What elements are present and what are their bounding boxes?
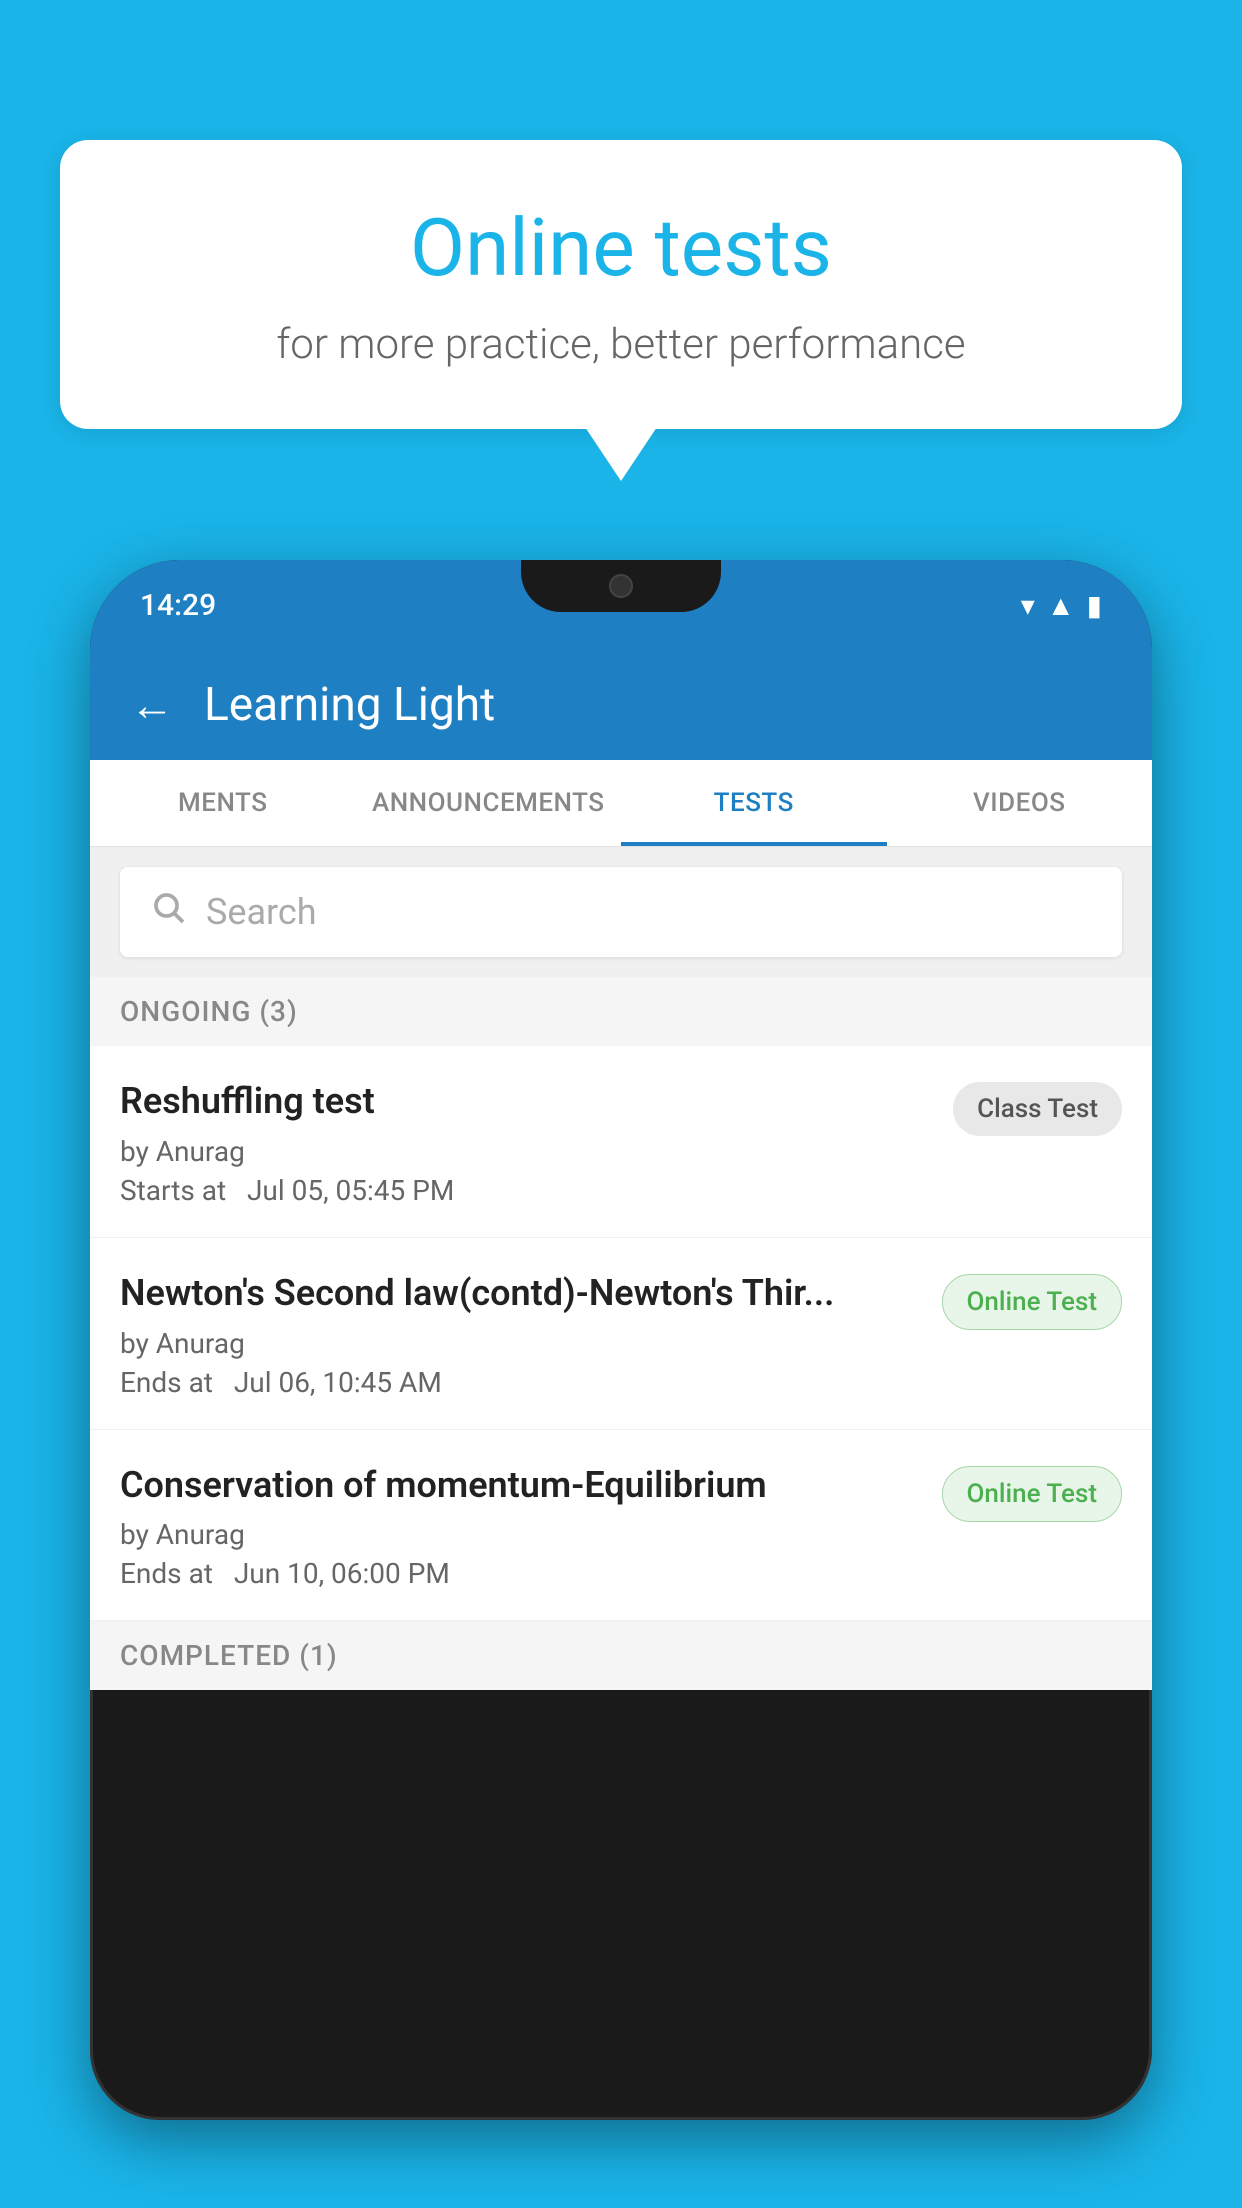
phone-inner: 14:29 ▾ ▲ ▮ ← Learning Light MENTS — [90, 560, 1152, 2120]
search-placeholder: Search — [206, 891, 317, 933]
test-item-1[interactable]: Reshuffling test by Anurag Starts at Jul… — [90, 1046, 1152, 1238]
phone-container: 14:29 ▾ ▲ ▮ ← Learning Light MENTS — [90, 560, 1152, 2208]
completed-section-header: COMPLETED (1) — [90, 1621, 1152, 1690]
test-time-2: Ends at Jul 06, 10:45 AM — [120, 1366, 922, 1399]
search-bar[interactable]: Search — [120, 867, 1122, 957]
speech-bubble: Online tests for more practice, better p… — [60, 140, 1182, 429]
status-time: 14:29 — [140, 588, 216, 623]
camera — [609, 574, 633, 598]
phone-frame: 14:29 ▾ ▲ ▮ ← Learning Light MENTS — [90, 560, 1152, 2120]
signal-icon: ▲ — [1047, 589, 1075, 622]
test-name-3: Conservation of momentum-Equilibrium — [120, 1462, 922, 1509]
tab-videos[interactable]: VIDEOS — [887, 760, 1153, 846]
battery-icon: ▮ — [1087, 589, 1102, 622]
test-badge-2: Online Test — [942, 1274, 1123, 1330]
test-author-1: by Anurag — [120, 1135, 933, 1168]
test-info-3: Conservation of momentum-Equilibrium by … — [120, 1462, 942, 1591]
test-badge-1: Class Test — [953, 1082, 1122, 1136]
test-time-3: Ends at Jun 10, 06:00 PM — [120, 1557, 922, 1590]
test-badge-3: Online Test — [942, 1466, 1123, 1522]
test-author-3: by Anurag — [120, 1518, 922, 1551]
status-icons: ▾ ▲ ▮ — [1021, 589, 1102, 622]
tab-tests[interactable]: TESTS — [621, 760, 887, 846]
app-header-title: Learning Light — [204, 678, 495, 732]
test-item-2[interactable]: Newton's Second law(contd)-Newton's Thir… — [90, 1238, 1152, 1430]
test-list: Reshuffling test by Anurag Starts at Jul… — [90, 1046, 1152, 1621]
search-container: Search — [90, 847, 1152, 977]
test-info-1: Reshuffling test by Anurag Starts at Jul… — [120, 1078, 953, 1207]
test-info-2: Newton's Second law(contd)-Newton's Thir… — [120, 1270, 942, 1399]
notch — [521, 560, 721, 612]
test-name-1: Reshuffling test — [120, 1078, 933, 1125]
app-header: ← Learning Light — [90, 650, 1152, 760]
test-name-2: Newton's Second law(contd)-Newton's Thir… — [120, 1270, 922, 1317]
tab-announcements[interactable]: ANNOUNCEMENTS — [356, 760, 622, 846]
test-item-3[interactable]: Conservation of momentum-Equilibrium by … — [90, 1430, 1152, 1622]
tab-ments[interactable]: MENTS — [90, 760, 356, 846]
test-time-1: Starts at Jul 05, 05:45 PM — [120, 1174, 933, 1207]
back-button[interactable]: ← — [130, 683, 174, 727]
speech-bubble-subtitle: for more practice, better performance — [130, 320, 1112, 369]
tabs-bar: MENTS ANNOUNCEMENTS TESTS VIDEOS — [90, 760, 1152, 847]
completed-section-title: COMPLETED (1) — [120, 1639, 338, 1672]
ongoing-section-title: ONGOING (3) — [120, 995, 298, 1028]
speech-bubble-container: Online tests for more practice, better p… — [60, 140, 1182, 429]
search-icon — [150, 889, 186, 935]
ongoing-section-header: ONGOING (3) — [90, 977, 1152, 1046]
status-bar: 14:29 ▾ ▲ ▮ — [90, 560, 1152, 650]
test-author-2: by Anurag — [120, 1327, 922, 1360]
speech-bubble-title: Online tests — [130, 200, 1112, 296]
wifi-icon: ▾ — [1021, 589, 1035, 622]
